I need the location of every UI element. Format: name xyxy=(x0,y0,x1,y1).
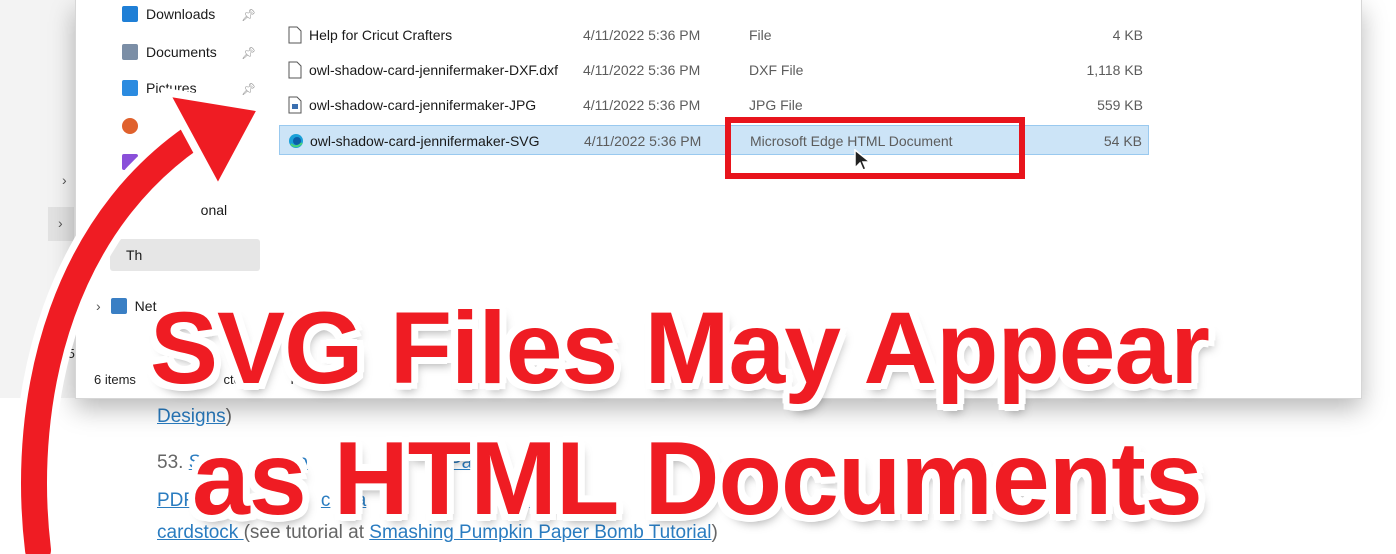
file-row[interactable]: owl-shadow-card-jennifermaker-DXF.dxf 4/… xyxy=(279,55,1149,85)
file-type: DXF File xyxy=(749,62,804,78)
file-name: owl-shadow-card-jennifermaker-JPG xyxy=(309,97,537,113)
file-row[interactable]: Help for Cricut Crafters 4/11/2022 5:36 … xyxy=(279,20,1149,50)
file-name: owl-shadow-card-jennifermaker-SVG xyxy=(310,133,540,149)
overlay-headline-line-1: SVG Files May Appear xyxy=(150,291,1210,405)
mouse-cursor-icon xyxy=(854,149,873,171)
file-size: 4 KB xyxy=(1112,27,1143,43)
file-type: File xyxy=(749,27,772,43)
file-size: 559 KB xyxy=(1097,97,1143,113)
overlay-headline-line-2: as HTML Documents xyxy=(192,421,1203,537)
file-date: 4/11/2022 5:36 PM xyxy=(583,27,701,43)
file-date: 4/11/2022 5:36 PM xyxy=(583,62,701,78)
highlight-box xyxy=(725,117,1025,179)
file-date: 4/11/2022 5:36 PM xyxy=(583,97,701,113)
file-size: 54 KB xyxy=(1103,133,1142,149)
file-size: 1,118 KB xyxy=(1086,62,1143,78)
file-date: 4/11/2022 5:36 PM xyxy=(584,133,702,149)
file-name: Help for Cricut Crafters xyxy=(309,27,453,43)
file-type: JPG File xyxy=(749,97,803,113)
file-name: owl-shadow-card-jennifermaker-DXF.dxf xyxy=(309,62,558,78)
file-row[interactable]: owl-shadow-card-jennifermaker-JPG 4/11/2… xyxy=(279,90,1149,120)
